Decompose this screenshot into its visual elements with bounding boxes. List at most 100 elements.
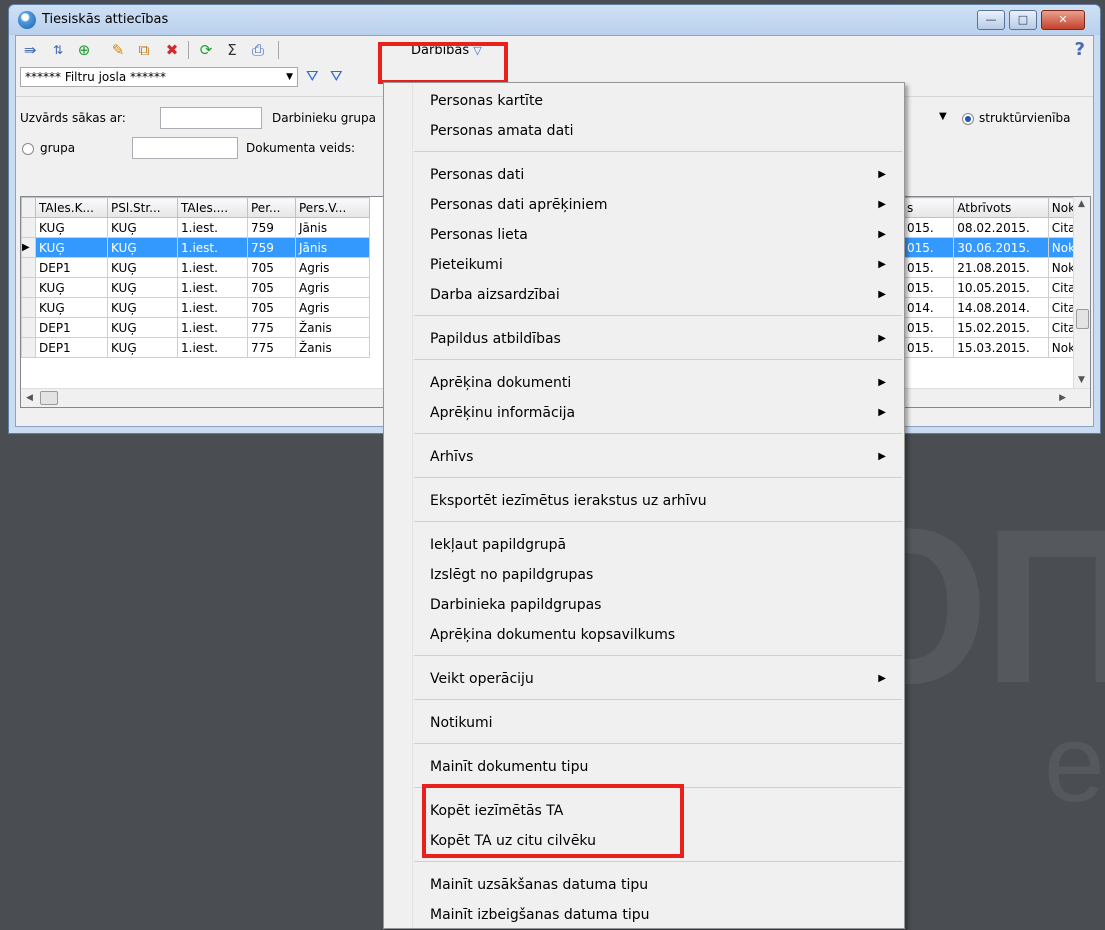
table-row[interactable]: 015. 21.08.2015. Noklu bbox=[902, 257, 1090, 278]
menu-item[interactable]: Notikumi bbox=[384, 708, 904, 738]
radio-group[interactable] bbox=[22, 143, 34, 155]
table-cell[interactable]: KUĢ bbox=[35, 237, 108, 258]
menu-item[interactable]: Mainīt dokumentu tipu bbox=[384, 752, 904, 782]
table-row[interactable]: 014. 14.08.2014. Citas bbox=[902, 297, 1090, 318]
row-indicator[interactable] bbox=[21, 337, 36, 358]
sort-icon[interactable]: ⇅ bbox=[48, 40, 68, 60]
column-header[interactable]: Pers.V... bbox=[295, 197, 370, 218]
horizontal-scroll-thumb[interactable] bbox=[40, 391, 58, 405]
maximize-button[interactable]: □ bbox=[1009, 10, 1037, 30]
table-cell[interactable]: 775 bbox=[247, 317, 296, 338]
table-cell[interactable]: Agris bbox=[295, 257, 370, 278]
table-cell[interactable]: 015. bbox=[902, 217, 955, 238]
row-indicator[interactable] bbox=[21, 277, 36, 298]
edit-icon[interactable]: ✎ bbox=[108, 40, 128, 60]
column-header[interactable]: Per... bbox=[247, 197, 296, 218]
column-header[interactable]: PSl.Str... bbox=[107, 197, 178, 218]
menu-item[interactable]: Darba aizsardzībai ▶ bbox=[384, 280, 904, 310]
table-cell[interactable]: 015. bbox=[902, 237, 955, 258]
table-cell[interactable]: KUĢ bbox=[107, 237, 178, 258]
print-icon[interactable]: ⎙ bbox=[248, 40, 268, 60]
scroll-up-icon[interactable]: ▲ bbox=[1078, 199, 1085, 209]
delete-icon[interactable]: ✖ bbox=[162, 40, 182, 60]
vertical-scrollbar[interactable]: ▲ ▼ bbox=[1073, 197, 1090, 389]
table-cell[interactable]: 015. bbox=[902, 317, 955, 338]
row-indicator[interactable] bbox=[21, 317, 36, 338]
title-bar[interactable]: Tiesiskās attiecības — □ ✕ bbox=[9, 5, 1100, 35]
table-cell[interactable]: DEP1 bbox=[35, 337, 108, 358]
scroll-down-icon[interactable]: ▼ bbox=[1078, 375, 1085, 385]
menu-item[interactable]: Personas amata dati bbox=[384, 116, 904, 146]
sum-icon[interactable]: Σ bbox=[222, 40, 242, 60]
table-row[interactable]: 015. 15.03.2015. Noklu bbox=[902, 337, 1090, 358]
chevron-down-icon[interactable]: ▼ bbox=[939, 111, 947, 122]
table-cell[interactable]: 1.iest. bbox=[177, 337, 248, 358]
table-cell[interactable]: KUĢ bbox=[107, 217, 178, 238]
column-header[interactable]: TAIes.... bbox=[177, 197, 248, 218]
table-cell[interactable]: KUĢ bbox=[35, 297, 108, 318]
table-cell[interactable]: KUĢ bbox=[107, 317, 178, 338]
scroll-left-icon[interactable]: ◀ bbox=[26, 393, 33, 403]
table-cell[interactable]: 015. bbox=[902, 277, 955, 298]
close-button[interactable]: ✕ bbox=[1041, 10, 1085, 30]
table-cell[interactable]: 759 bbox=[247, 237, 296, 258]
group-input[interactable] bbox=[132, 137, 238, 159]
row-indicator[interactable] bbox=[21, 297, 36, 318]
table-row[interactable]: 015. 08.02.2015. Citas bbox=[902, 217, 1090, 238]
menu-item[interactable]: Personas lieta ▶ bbox=[384, 220, 904, 250]
menu-item[interactable]: Mainīt izbeigšanas datuma tipu bbox=[384, 900, 904, 930]
table-cell[interactable]: KUĢ bbox=[107, 257, 178, 278]
table-row[interactable]: DEP1 KUĢ 1.iest. 775 Žanis bbox=[21, 317, 370, 338]
table-cell[interactable]: 705 bbox=[247, 297, 296, 318]
menu-item[interactable]: Aprēķinu informācija ▶ bbox=[384, 398, 904, 428]
table-cell[interactable]: 1.iest. bbox=[177, 297, 248, 318]
table-cell[interactable]: 1.iest. bbox=[177, 317, 248, 338]
table-cell[interactable]: 014. bbox=[902, 297, 955, 318]
table-cell[interactable]: 10.05.2015. bbox=[953, 277, 1049, 298]
table-row[interactable]: 015. 15.02.2015. Citas bbox=[902, 317, 1090, 338]
table-cell[interactable]: 15.02.2015. bbox=[953, 317, 1049, 338]
menu-item[interactable]: Arhīvs ▶ bbox=[384, 442, 904, 472]
table-cell[interactable]: Agris bbox=[295, 297, 370, 318]
table-cell[interactable]: 015. bbox=[902, 257, 955, 278]
table-cell[interactable]: Agris bbox=[295, 277, 370, 298]
table-cell[interactable]: Jānis bbox=[295, 217, 370, 238]
row-indicator[interactable]: ▶ bbox=[21, 237, 36, 258]
filter-select[interactable]: ****** Filtru josla ****** ▼ bbox=[20, 67, 298, 87]
copy-icon[interactable]: ⧉ bbox=[134, 40, 154, 60]
row-indicator[interactable] bbox=[21, 257, 36, 278]
table-row[interactable]: KUĢ KUĢ 1.iest. 705 Agris bbox=[21, 277, 370, 298]
table-cell[interactable]: 759 bbox=[247, 217, 296, 238]
table-row[interactable]: ▶ KUĢ KUĢ 1.iest. 759 Jānis bbox=[21, 237, 370, 258]
table-row[interactable]: 015. 10.05.2015. Citas bbox=[902, 277, 1090, 298]
table-cell[interactable]: DEP1 bbox=[35, 317, 108, 338]
table-cell[interactable]: 1.iest. bbox=[177, 217, 248, 238]
menu-item[interactable]: Izslēgt no papildgrupas bbox=[384, 560, 904, 590]
row-indicator[interactable] bbox=[21, 217, 36, 238]
menu-item[interactable]: Personas dati aprēķiniem ▶ bbox=[384, 190, 904, 220]
menu-item[interactable]: Personas dati ▶ bbox=[384, 160, 904, 190]
table-cell[interactable]: KUĢ bbox=[107, 297, 178, 318]
table-cell[interactable]: 1.iest. bbox=[177, 257, 248, 278]
vertical-scroll-thumb[interactable] bbox=[1076, 309, 1089, 329]
filter-icon[interactable]: ⛛ bbox=[306, 67, 319, 85]
help-icon[interactable]: ? bbox=[1075, 39, 1085, 60]
table-cell[interactable]: Žanis bbox=[295, 337, 370, 358]
table-cell[interactable]: 705 bbox=[247, 257, 296, 278]
table-cell[interactable]: 30.06.2015. bbox=[953, 237, 1049, 258]
radio-structural-unit[interactable] bbox=[962, 113, 974, 125]
table-cell[interactable]: Jānis bbox=[295, 237, 370, 258]
table-cell[interactable]: 15.03.2015. bbox=[953, 337, 1049, 358]
table-cell[interactable]: KUĢ bbox=[35, 277, 108, 298]
column-header[interactable]: s bbox=[902, 197, 955, 218]
menu-item[interactable]: Eksportēt iezīmētus ierakstus uz arhīvu bbox=[384, 486, 904, 516]
menu-item[interactable]: Veikt operāciju ▶ bbox=[384, 664, 904, 694]
table-cell[interactable]: KUĢ bbox=[107, 277, 178, 298]
menu-item[interactable]: Pieteikumi ▶ bbox=[384, 250, 904, 280]
table-cell[interactable]: DEP1 bbox=[35, 257, 108, 278]
table-cell[interactable]: 015. bbox=[902, 337, 955, 358]
table-cell[interactable]: 1.iest. bbox=[177, 277, 248, 298]
table-row[interactable]: KUĢ KUĢ 1.iest. 705 Agris bbox=[21, 297, 370, 318]
menu-item[interactable]: Aprēķina dokumenti ▶ bbox=[384, 368, 904, 398]
menu-item[interactable]: Papildus atbildības ▶ bbox=[384, 324, 904, 354]
